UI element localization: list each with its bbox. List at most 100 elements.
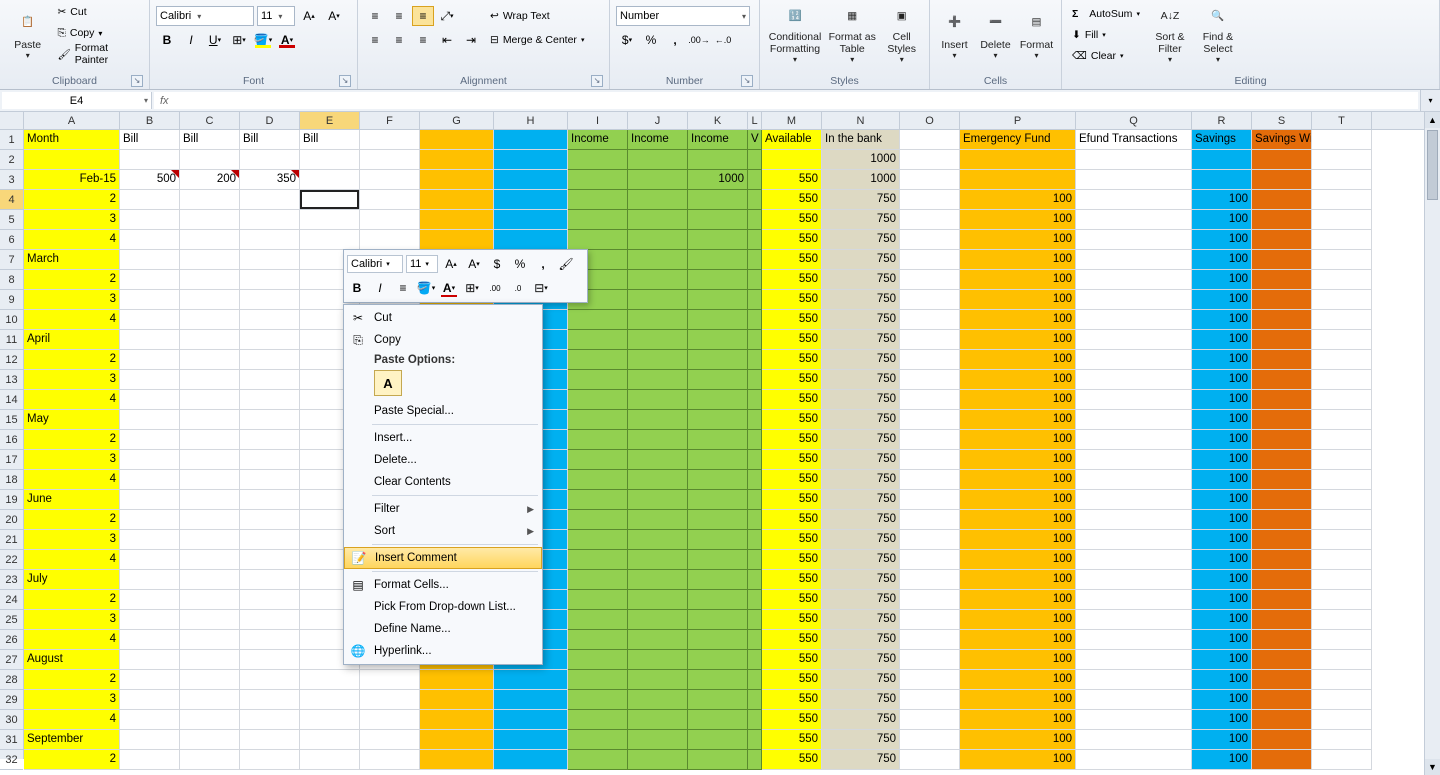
cell-B7[interactable] xyxy=(120,250,180,270)
number-launcher[interactable]: ↘ xyxy=(741,75,753,87)
ctx-insert-comment[interactable]: 📝Insert Comment xyxy=(344,547,542,569)
accounting-button[interactable]: $▾ xyxy=(616,30,638,50)
row-header-3[interactable]: 3 xyxy=(0,170,23,190)
cell-L11[interactable] xyxy=(748,330,762,350)
cell-S13[interactable] xyxy=(1252,370,1312,390)
cell-T25[interactable] xyxy=(1312,610,1372,630)
increase-decimal-button[interactable]: .00→ xyxy=(688,30,710,50)
cell-J14[interactable] xyxy=(628,390,688,410)
ctx-paste-option-a[interactable]: A xyxy=(374,370,402,396)
row-header-19[interactable]: 19 xyxy=(0,490,23,510)
cell-M30[interactable]: 550 xyxy=(762,710,822,730)
cell-R17[interactable]: 100 xyxy=(1192,450,1252,470)
cell-L19[interactable] xyxy=(748,490,762,510)
cell-O5[interactable] xyxy=(900,210,960,230)
cell-P3[interactable] xyxy=(960,170,1076,190)
cell-R6[interactable]: 100 xyxy=(1192,230,1252,250)
cell-A12[interactable]: 2 xyxy=(24,350,120,370)
row-header-24[interactable]: 24 xyxy=(0,590,23,610)
row-header-13[interactable]: 13 xyxy=(0,370,23,390)
cell-K28[interactable] xyxy=(688,670,748,690)
cell-H31[interactable] xyxy=(494,730,568,750)
cell-R9[interactable]: 100 xyxy=(1192,290,1252,310)
cell-O9[interactable] xyxy=(900,290,960,310)
cell-P26[interactable]: 100 xyxy=(960,630,1076,650)
cell-I22[interactable] xyxy=(568,550,628,570)
cell-M17[interactable]: 550 xyxy=(762,450,822,470)
cell-E1[interactable]: Bill xyxy=(300,130,360,150)
cell-K32[interactable] xyxy=(688,750,748,770)
row-header-14[interactable]: 14 xyxy=(0,390,23,410)
cell-H28[interactable] xyxy=(494,670,568,690)
cell-B18[interactable] xyxy=(120,470,180,490)
cell-R30[interactable]: 100 xyxy=(1192,710,1252,730)
row-header-9[interactable]: 9 xyxy=(0,290,23,310)
cell-O3[interactable] xyxy=(900,170,960,190)
cell-R20[interactable]: 100 xyxy=(1192,510,1252,530)
cell-K3[interactable]: 1000 xyxy=(688,170,748,190)
delete-button[interactable]: ➖Delete▾ xyxy=(977,2,1014,64)
cell-R1[interactable]: Savings xyxy=(1192,130,1252,150)
align-right-button[interactable]: ≡ xyxy=(412,30,434,50)
cell-M29[interactable]: 550 xyxy=(762,690,822,710)
cell-A24[interactable]: 2 xyxy=(24,590,120,610)
cell-D14[interactable] xyxy=(240,390,300,410)
orientation-button[interactable]: ⤢▾ xyxy=(436,6,458,26)
cell-E2[interactable] xyxy=(300,150,360,170)
conditional-formatting-button[interactable]: 🔢Conditional Formatting▾ xyxy=(766,2,824,64)
cell-I32[interactable] xyxy=(568,750,628,770)
cell-B3[interactable]: 500 xyxy=(120,170,180,190)
cell-L8[interactable] xyxy=(748,270,762,290)
cell-B28[interactable] xyxy=(120,670,180,690)
cell-L4[interactable] xyxy=(748,190,762,210)
cell-G28[interactable] xyxy=(420,670,494,690)
cell-Q17[interactable] xyxy=(1076,450,1192,470)
cell-B15[interactable] xyxy=(120,410,180,430)
cell-R23[interactable]: 100 xyxy=(1192,570,1252,590)
cell-C11[interactable] xyxy=(180,330,240,350)
cell-I4[interactable] xyxy=(568,190,628,210)
cell-P32[interactable]: 100 xyxy=(960,750,1076,770)
cell-N22[interactable]: 750 xyxy=(822,550,900,570)
cell-M32[interactable]: 550 xyxy=(762,750,822,770)
ctx-sort[interactable]: Sort▶ xyxy=(344,520,542,542)
cell-C6[interactable] xyxy=(180,230,240,250)
increase-indent-button[interactable]: ⇥ xyxy=(460,30,482,50)
cell-S10[interactable] xyxy=(1252,310,1312,330)
cell-O28[interactable] xyxy=(900,670,960,690)
cell-N3[interactable]: 1000 xyxy=(822,170,900,190)
cell-B8[interactable] xyxy=(120,270,180,290)
cell-J1[interactable]: Income xyxy=(628,130,688,150)
cell-B12[interactable] xyxy=(120,350,180,370)
cell-C24[interactable] xyxy=(180,590,240,610)
col-header-Q[interactable]: Q xyxy=(1076,112,1192,129)
cell-S8[interactable] xyxy=(1252,270,1312,290)
cell-S9[interactable] xyxy=(1252,290,1312,310)
cell-T6[interactable] xyxy=(1312,230,1372,250)
ctx-clear-contents[interactable]: Clear Contents xyxy=(344,471,542,493)
cell-D17[interactable] xyxy=(240,450,300,470)
fill-button[interactable]: ⬇Fill▾ xyxy=(1068,25,1144,45)
cell-M28[interactable]: 550 xyxy=(762,670,822,690)
cell-N14[interactable]: 750 xyxy=(822,390,900,410)
cell-N6[interactable]: 750 xyxy=(822,230,900,250)
cell-B21[interactable] xyxy=(120,530,180,550)
cell-F4[interactable] xyxy=(360,190,420,210)
cell-P17[interactable]: 100 xyxy=(960,450,1076,470)
cell-J15[interactable] xyxy=(628,410,688,430)
cell-B27[interactable] xyxy=(120,650,180,670)
cell-H6[interactable] xyxy=(494,230,568,250)
cell-L7[interactable] xyxy=(748,250,762,270)
cell-Q21[interactable] xyxy=(1076,530,1192,550)
cell-T14[interactable] xyxy=(1312,390,1372,410)
cell-Q25[interactable] xyxy=(1076,610,1192,630)
cell-J29[interactable] xyxy=(628,690,688,710)
cell-R11[interactable]: 100 xyxy=(1192,330,1252,350)
cell-A4[interactable]: 2 xyxy=(24,190,120,210)
cell-L3[interactable] xyxy=(748,170,762,190)
cell-K9[interactable] xyxy=(688,290,748,310)
cell-R24[interactable]: 100 xyxy=(1192,590,1252,610)
cell-P10[interactable]: 100 xyxy=(960,310,1076,330)
cell-D6[interactable] xyxy=(240,230,300,250)
cell-J9[interactable] xyxy=(628,290,688,310)
